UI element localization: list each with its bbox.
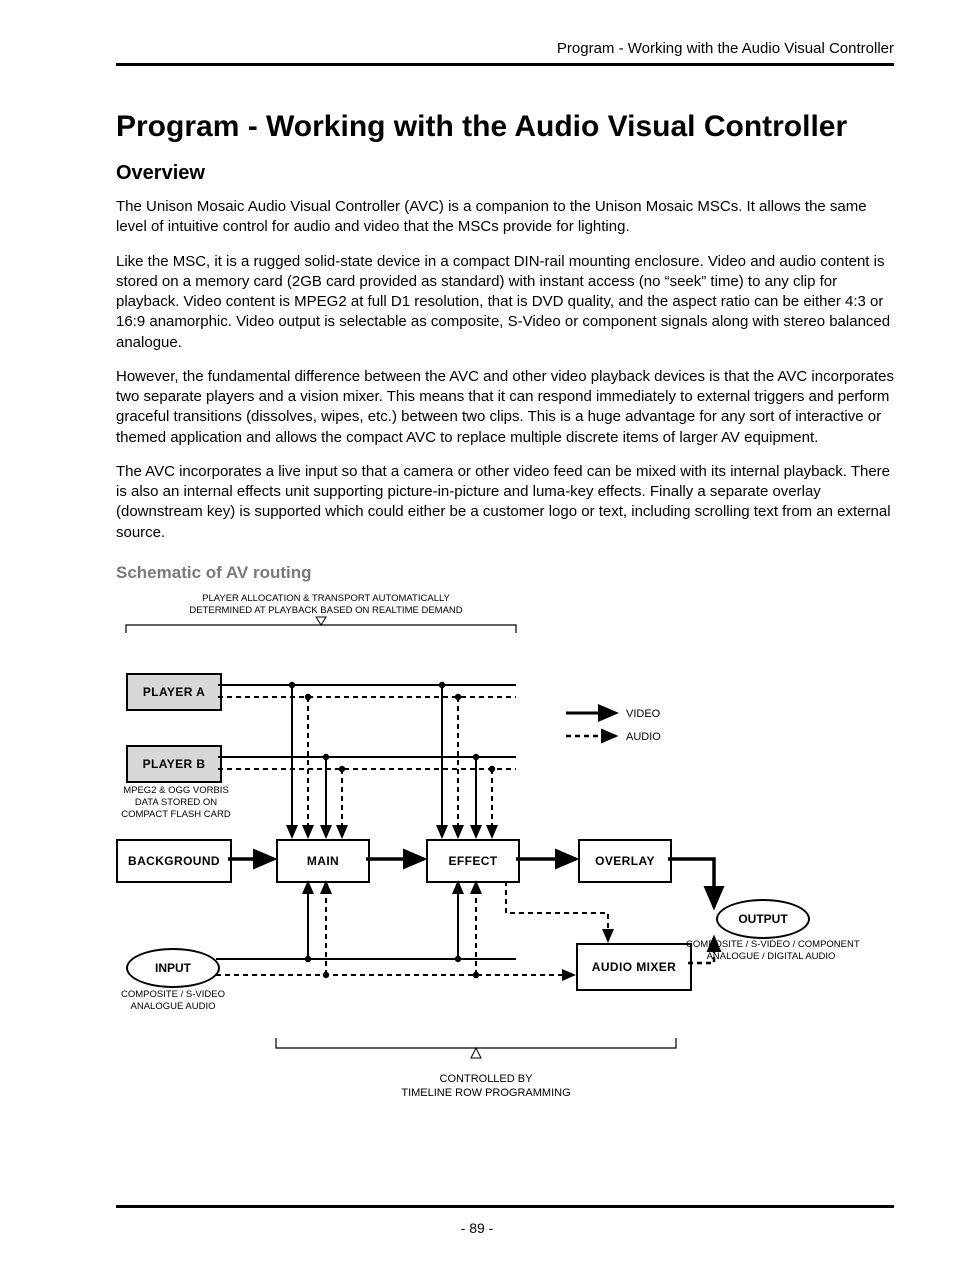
box-overlay: OVERLAY <box>578 839 672 883</box>
label-output-note: COMPOSITE / S-VIDEO / COMPONENT ANALOGUE… <box>686 939 856 963</box>
box-background: BACKGROUND <box>116 839 232 883</box>
label-storage: MPEG2 & OGG VORBIS DATA STORED ON COMPAC… <box>116 785 236 821</box>
running-header: Program - Working with the Audio Visual … <box>116 40 894 66</box>
paragraph-1: The Unison Mosaic Audio Visual Controlle… <box>116 197 894 238</box>
paragraph-4: The AVC incorporates a live input so tha… <box>116 462 894 543</box>
box-audio-mixer: AUDIO MIXER <box>576 943 692 991</box>
caption-bottom: CONTROLLED BY TIMELINE ROW PROGRAMMING <box>386 1073 586 1101</box>
page: Program - Working with the Audio Visual … <box>0 0 954 1272</box>
caption-top: PLAYER ALLOCATION & TRANSPORT AUTOMATICA… <box>166 593 486 617</box>
page-title: Program - Working with the Audio Visual … <box>116 110 894 144</box>
legend-video-label: VIDEO <box>626 708 660 722</box>
legend-audio-label: AUDIO <box>626 731 661 745</box>
content-area: Program - Working with the Audio Visual … <box>116 110 894 1133</box>
box-player-b: PLAYER B <box>126 745 222 783</box>
page-number: - 89 - <box>0 1220 954 1236</box>
paragraph-2: Like the MSC, it is a rugged solid-state… <box>116 252 894 353</box>
box-main: MAIN <box>276 839 370 883</box>
box-effect: EFFECT <box>426 839 520 883</box>
paragraph-3: However, the fundamental difference betw… <box>116 367 894 448</box>
overview-heading: Overview <box>116 162 894 185</box>
schematic-heading: Schematic of AV routing <box>116 563 894 583</box>
label-input-note: COMPOSITE / S-VIDEO ANALOGUE AUDIO <box>118 989 228 1013</box>
oval-output: OUTPUT <box>716 899 810 939</box>
oval-input: INPUT <box>126 948 220 988</box>
av-routing-diagram: PLAYER ALLOCATION & TRANSPORT AUTOMATICA… <box>116 593 876 1133</box>
box-player-a: PLAYER A <box>126 673 222 711</box>
footer-rule <box>116 1205 894 1208</box>
